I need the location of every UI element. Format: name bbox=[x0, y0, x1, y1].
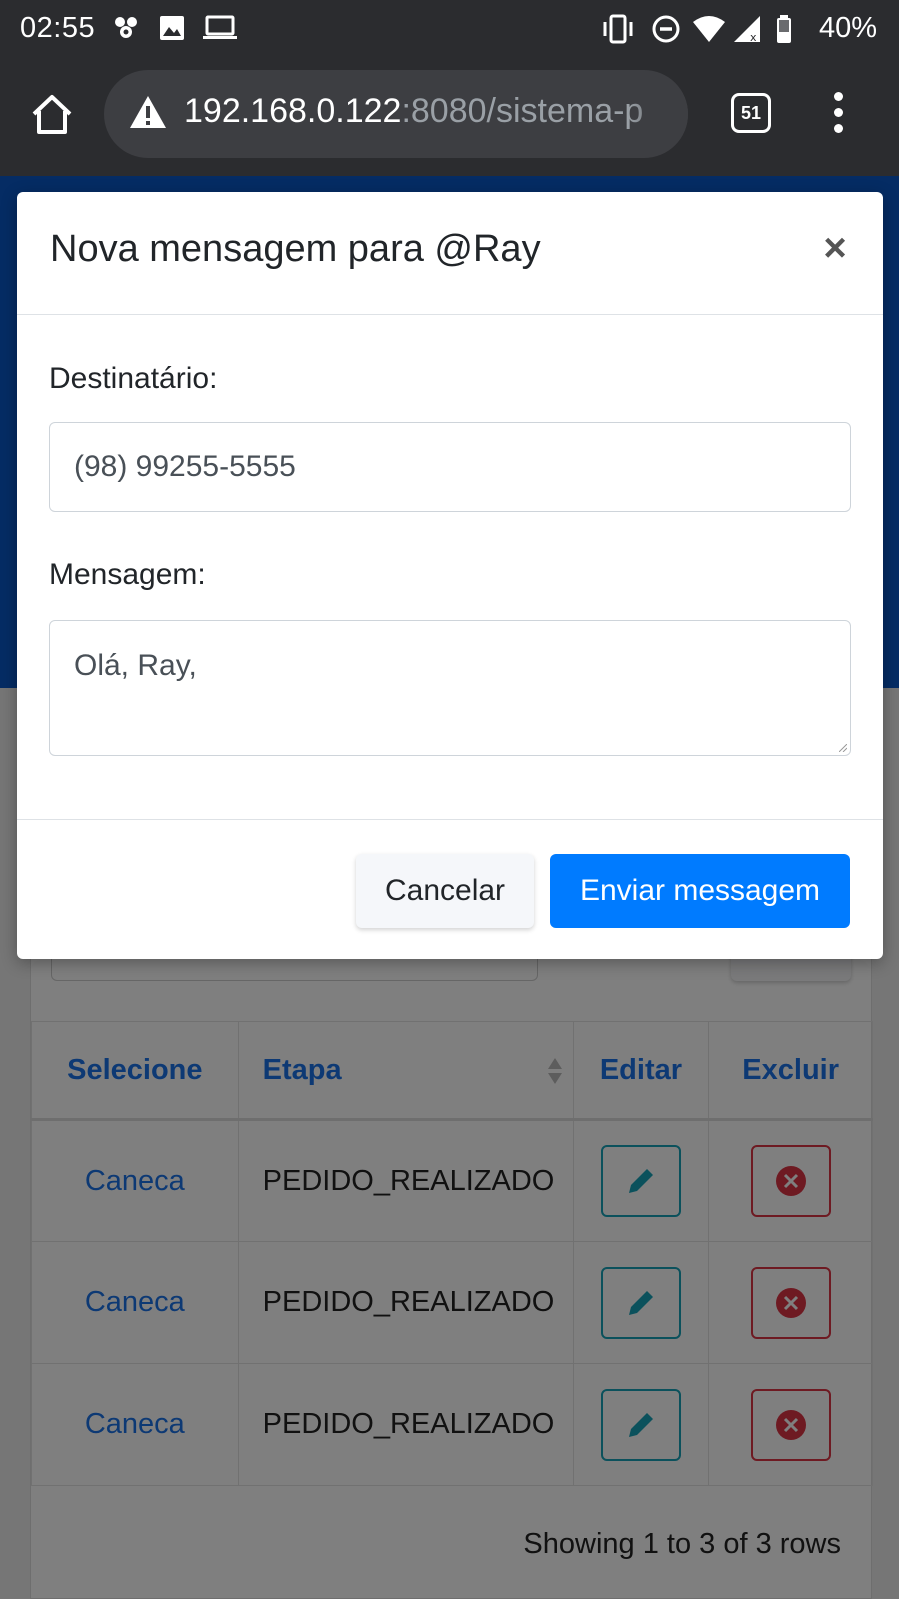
resize-handle-icon[interactable] bbox=[839, 744, 847, 752]
url-host: 192.168.0.122 bbox=[184, 92, 402, 130]
battery-icon bbox=[777, 15, 791, 43]
do-not-disturb-icon bbox=[652, 15, 680, 43]
message-textarea[interactable]: Olá, Ray, bbox=[49, 620, 851, 756]
message-label: Mensagem: bbox=[49, 558, 206, 591]
message-text: Olá, Ray, bbox=[74, 649, 197, 682]
recipient-input[interactable]: (98) 99255-5555 bbox=[49, 422, 851, 512]
home-icon[interactable] bbox=[28, 90, 76, 138]
url-fade bbox=[628, 70, 688, 158]
status-bar: 02:55 x 40% bbox=[0, 0, 899, 56]
vibrate-icon bbox=[603, 14, 633, 44]
signal-icon: x bbox=[734, 16, 760, 44]
modal-footer: Cancelar Enviar messagem bbox=[17, 819, 883, 959]
warning-icon[interactable] bbox=[128, 94, 168, 130]
recipient-label: Destinatário: bbox=[49, 362, 218, 395]
url-text: 192.168.0.122:8080/sistema-p bbox=[184, 92, 643, 131]
tab-switcher-button[interactable]: 51 bbox=[731, 93, 771, 133]
send-message-button[interactable]: Enviar messagem bbox=[550, 854, 850, 928]
close-icon[interactable]: × bbox=[817, 228, 853, 268]
modal-header: Nova mensagem para @Ray × bbox=[17, 192, 883, 315]
more-menu-icon[interactable] bbox=[826, 92, 850, 138]
browser-toolbar: 192.168.0.122:8080/sistema-p 51 bbox=[0, 56, 899, 176]
laptop-icon bbox=[203, 15, 237, 39]
status-time: 02:55 bbox=[20, 12, 96, 44]
battery-percent: 40% bbox=[818, 12, 877, 44]
new-message-modal: Nova mensagem para @Ray × Destinatário: … bbox=[17, 192, 883, 959]
notification-app-icon bbox=[115, 17, 137, 38]
image-icon bbox=[160, 16, 184, 40]
url-path: :8080/sistema-p bbox=[401, 92, 644, 130]
svg-text:x: x bbox=[750, 31, 757, 44]
address-bar[interactable]: 192.168.0.122:8080/sistema-p bbox=[104, 70, 688, 158]
wifi-icon bbox=[693, 16, 725, 42]
modal-title: Nova mensagem para @Ray bbox=[50, 228, 541, 270]
cancel-button[interactable]: Cancelar bbox=[356, 854, 534, 928]
